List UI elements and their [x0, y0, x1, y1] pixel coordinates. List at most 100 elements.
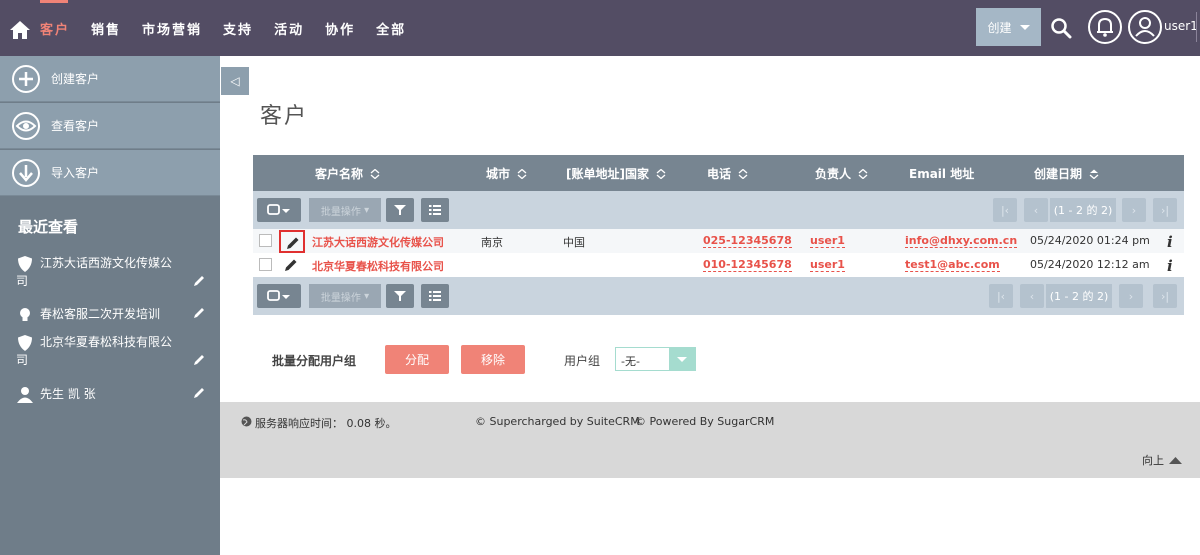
- pencil-icon[interactable]: [192, 274, 206, 288]
- column-header-label: [账单地址]国家: [566, 167, 649, 181]
- edit-record-button[interactable]: [279, 230, 305, 253]
- prev-page-button[interactable]: ‹: [1020, 284, 1044, 308]
- pencil-icon: [287, 237, 299, 249]
- column-chooser-button[interactable]: [421, 284, 449, 308]
- filter-button[interactable]: [386, 284, 414, 308]
- next-page-icon: ›: [1128, 289, 1134, 303]
- column-chooser-button[interactable]: [421, 198, 449, 222]
- top-navbar: 客户 销售 市场营销 支持 活动 协作 全部 创建 user1: [0, 0, 1200, 56]
- date-created-cell: 05/24/2020 12:12 am: [1030, 258, 1150, 271]
- remove-button[interactable]: 移除: [461, 345, 525, 374]
- next-page-icon: ›: [1131, 203, 1137, 217]
- suitecrm-credit-link[interactable]: © Supercharged by SuiteCRM: [475, 415, 640, 428]
- username-label[interactable]: user1: [1164, 19, 1198, 33]
- last-page-icon: ›|: [1160, 289, 1170, 303]
- column-header-name[interactable]: 客户名称: [315, 165, 380, 182]
- select-dropdown-button[interactable]: [257, 198, 301, 222]
- first-page-icon: |‹: [1000, 203, 1010, 217]
- back-to-top-link[interactable]: 向上: [1142, 452, 1182, 468]
- search-icon[interactable]: [1050, 17, 1072, 39]
- sort-desc-icon: [1089, 169, 1099, 179]
- first-page-button[interactable]: |‹: [989, 284, 1013, 308]
- last-page-icon: ›|: [1160, 203, 1170, 217]
- city-cell: 南京: [481, 236, 503, 249]
- recent-item[interactable]: 先生 凯 张: [16, 385, 206, 403]
- nav-item-sales[interactable]: 销售: [91, 19, 121, 38]
- column-header-phone[interactable]: 电话: [707, 165, 748, 182]
- pencil-icon[interactable]: [192, 306, 206, 320]
- filter-icon: [394, 291, 406, 301]
- table-row: 北京华夏春松科技有限公司 010-12345678 user1 test1@ab…: [253, 253, 1184, 277]
- user-group-label: 用户组: [564, 354, 601, 368]
- owner-link[interactable]: user1: [810, 258, 845, 272]
- last-page-button[interactable]: ›|: [1153, 284, 1177, 308]
- row-checkbox[interactable]: [259, 258, 272, 271]
- recent-item[interactable]: 江苏大话西游文化传媒公 司: [16, 254, 206, 290]
- column-header-city[interactable]: 城市: [486, 165, 527, 182]
- pagination-info: (1 - 2 的 2): [1046, 284, 1112, 308]
- edit-record-button[interactable]: [279, 254, 305, 277]
- sidebar-action-import-accounts[interactable]: 导入客户: [0, 150, 220, 196]
- sort-icon: [656, 168, 666, 179]
- last-page-button[interactable]: ›|: [1153, 198, 1177, 222]
- sidebar-action-label: 创建客户: [51, 72, 100, 86]
- email-link[interactable]: test1@abc.com: [905, 258, 1000, 272]
- bulk-action-button[interactable]: 批量操作 ▾: [309, 198, 381, 222]
- bulk-action-button[interactable]: 批量操作 ▾: [309, 284, 381, 308]
- recent-item-label: 江苏大话西游文化传媒公: [40, 256, 173, 270]
- column-header-owner[interactable]: 负责人: [815, 165, 868, 182]
- bulk-action-label: 批量操作: [320, 206, 361, 218]
- column-header-label: 客户名称: [315, 167, 364, 181]
- server-response-time: 服务器响应时间： 0.08 秒。: [255, 417, 397, 430]
- nav-divider: [1196, 12, 1197, 42]
- nav-item-support[interactable]: 支持: [223, 19, 253, 38]
- create-button[interactable]: 创建: [976, 8, 1041, 46]
- column-header-label: 创建日期: [1034, 167, 1083, 181]
- chevron-down-icon: [669, 348, 695, 370]
- recent-item-label: 春松客服二次开发培训: [40, 307, 161, 321]
- nav-item-marketing[interactable]: 市场营销: [142, 19, 202, 38]
- column-header-country[interactable]: [账单地址]国家: [566, 165, 666, 182]
- pencil-icon[interactable]: [192, 353, 206, 367]
- column-header-label: 电话: [707, 167, 732, 181]
- recent-item[interactable]: 北京华夏春松科技有限公 司: [16, 333, 206, 369]
- column-header-email[interactable]: Email 地址: [909, 165, 974, 182]
- next-page-button[interactable]: ›: [1119, 284, 1143, 308]
- home-icon[interactable]: [9, 20, 31, 40]
- info-icon[interactable]: i: [1167, 257, 1173, 275]
- nav-item-activities[interactable]: 活动: [274, 19, 304, 38]
- filter-button[interactable]: [386, 198, 414, 222]
- sidebar-action-create-account[interactable]: 创建客户: [0, 56, 220, 102]
- first-page-button[interactable]: |‹: [993, 198, 1017, 222]
- nav-item-collaboration[interactable]: 协作: [325, 19, 355, 38]
- recent-item[interactable]: 春松客服二次开发培训: [16, 305, 206, 323]
- user-group-select[interactable]: -无-: [615, 347, 696, 371]
- notification-bell-icon[interactable]: [1087, 9, 1123, 45]
- row-checkbox[interactable]: [259, 234, 272, 247]
- pencil-icon[interactable]: [192, 386, 206, 400]
- prev-page-button[interactable]: ‹: [1024, 198, 1048, 222]
- info-icon[interactable]: i: [1167, 233, 1173, 251]
- globe-icon: [241, 416, 252, 427]
- footer: 服务器响应时间： 0.08 秒。 © Supercharged by Suite…: [220, 402, 1200, 478]
- column-header-date[interactable]: 创建日期: [1034, 165, 1099, 182]
- account-name-link[interactable]: 江苏大话西游文化传媒公司: [312, 234, 444, 250]
- assign-button[interactable]: 分配: [385, 345, 449, 374]
- select-dropdown-button[interactable]: [257, 284, 301, 308]
- pagination-info: (1 - 2 的 2): [1050, 198, 1116, 222]
- sort-icon: [370, 168, 380, 179]
- account-name-link[interactable]: 北京华夏春松科技有限公司: [312, 258, 444, 274]
- user-avatar-icon[interactable]: [1127, 9, 1163, 45]
- email-link[interactable]: info@dhxy.com.cn: [905, 234, 1018, 248]
- phone-link[interactable]: 010-12345678: [703, 258, 792, 272]
- sidebar-action-view-accounts[interactable]: 查看客户: [0, 103, 220, 149]
- sort-icon: [858, 168, 868, 179]
- next-page-button[interactable]: ›: [1122, 198, 1146, 222]
- column-header-label: Email 地址: [909, 167, 975, 181]
- phone-link[interactable]: 025-12345678: [703, 234, 792, 248]
- owner-link[interactable]: user1: [810, 234, 845, 248]
- nav-item-accounts[interactable]: 客户: [40, 19, 70, 38]
- sidebar-collapse-button[interactable]: ◁: [221, 67, 249, 95]
- nav-item-all[interactable]: 全部: [376, 19, 406, 38]
- sugarcrm-credit-link[interactable]: © Powered By SugarCRM: [635, 415, 774, 428]
